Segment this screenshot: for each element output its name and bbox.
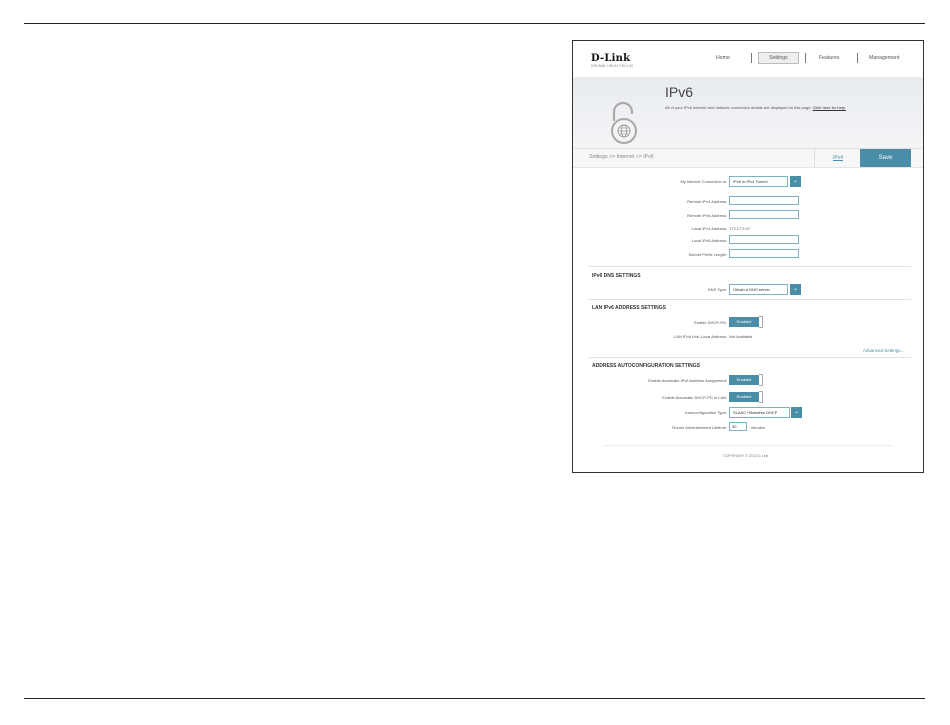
advanced-settings-link[interactable]: Advanced Settings... xyxy=(863,348,904,353)
autoconf-section-title: ADDRESS AUTOCONFIGURATION SETTINGS xyxy=(592,363,700,369)
ra-lifetime-input[interactable]: 30 xyxy=(729,422,747,431)
section-divider xyxy=(589,266,911,267)
page-rule-bottom xyxy=(24,698,925,699)
chevron-down-icon[interactable]: ⌄ xyxy=(791,407,802,418)
nav-settings[interactable]: Settings xyxy=(758,52,799,64)
remote-ipv4-label: Remote IPv4 Address: xyxy=(687,199,727,204)
toggle-state: Enabled xyxy=(729,375,759,385)
nav-separator xyxy=(805,53,806,63)
dhcp-pd-label: Enable DHCP-PD: xyxy=(694,320,727,325)
toggle-handle xyxy=(759,316,763,328)
nav-management[interactable]: Management xyxy=(869,55,899,61)
lan-section-title: LAN IPv6 ADDRESS SETTINGS xyxy=(592,305,666,311)
section-divider xyxy=(589,299,911,300)
nav-home[interactable]: Home xyxy=(716,55,730,61)
chevron-down-icon[interactable]: ⌄ xyxy=(790,176,801,187)
auto-assign-label: Enable Automatic IPv6 Address Assignment… xyxy=(648,378,727,383)
page-banner: IPv6 All of your IPv6 Internet and netwo… xyxy=(573,77,923,149)
auto-pd-label: Enable Automatic DHCP-PD in LAN: xyxy=(662,395,727,400)
dns-section-title: IPv6 DNS SETTINGS xyxy=(592,273,641,279)
connection-type-select[interactable]: IPv6 in IPv4 Tunnel ⌄ xyxy=(729,176,801,187)
breadcrumb-bar: Settings >> Internet >> IPv6 IPv4 Save xyxy=(573,149,923,168)
autoconf-type-label: Autoconfiguration Type: xyxy=(685,410,727,415)
nav-separator xyxy=(857,53,858,63)
padlock-globe-icon xyxy=(609,101,639,145)
nav-features[interactable]: Features xyxy=(819,55,839,61)
dhcp-pd-toggle[interactable]: Enabled xyxy=(729,316,764,328)
help-link[interactable]: Click here for help. xyxy=(813,105,846,110)
subnet-prefix-input[interactable] xyxy=(729,249,799,258)
page-rule-top xyxy=(24,23,925,24)
toggle-state: Enabled xyxy=(729,317,759,327)
auto-pd-toggle[interactable]: Enabled xyxy=(729,391,764,403)
auto-assign-toggle[interactable]: Enabled xyxy=(729,374,764,386)
subnet-prefix-label: Subnet Prefix Length: xyxy=(688,252,727,257)
dns-type-label: DNS Type: xyxy=(707,287,727,292)
page-description: All of your IPv6 Internet and network co… xyxy=(665,105,846,110)
save-button[interactable]: Save xyxy=(860,149,911,167)
ipv4-link[interactable]: IPv4 xyxy=(814,149,861,167)
device-info: DIR-868L HW:A1 FW:1.00 xyxy=(591,64,634,68)
dns-type-value: Obtain a DNS server xyxy=(733,287,770,292)
router-settings-screenshot: D-Link DIR-868L HW:A1 FW:1.00 Home Setti… xyxy=(572,40,924,473)
breadcrumb: Settings >> Internet >> IPv6 xyxy=(589,154,654,160)
top-navigation-bar: D-Link DIR-868L HW:A1 FW:1.00 Home Setti… xyxy=(573,41,923,76)
local-ipv6-input[interactable] xyxy=(729,235,799,244)
footer-divider xyxy=(603,445,893,446)
chevron-down-icon[interactable]: ⌄ xyxy=(790,284,801,295)
connection-type-label: My Internet Connection is: xyxy=(680,179,727,184)
local-ipv4-value: 172.17.5.47 xyxy=(729,226,751,231)
toggle-handle xyxy=(759,374,763,386)
autoconf-type-select[interactable]: SLAAC+Stateless DHCP ⌄ xyxy=(729,407,802,418)
remote-ipv6-input[interactable] xyxy=(729,210,799,219)
nav-separator xyxy=(751,53,752,63)
page-title: IPv6 xyxy=(665,84,694,100)
remote-ipv6-label: Remote IPv6 Address: xyxy=(687,213,727,218)
dns-type-select[interactable]: Obtain a DNS server ⌄ xyxy=(729,284,801,295)
link-local-value: Not Available xyxy=(729,334,753,339)
autoconf-type-value: SLAAC+Stateless DHCP xyxy=(733,410,778,415)
remote-ipv4-input[interactable] xyxy=(729,196,799,205)
link-local-label: LAN IPv6 Link-Local Address: xyxy=(674,334,727,339)
dlink-logo: D-Link xyxy=(591,53,631,64)
local-ipv4-label: Local IPv4 Address: xyxy=(691,226,727,231)
ra-lifetime-unit: minutes xyxy=(751,425,766,430)
toggle-handle xyxy=(759,391,763,403)
copyright: COPYRIGHT © 2013 D-Link xyxy=(723,454,769,458)
section-divider xyxy=(589,357,911,358)
ra-lifetime-label: Router Advertisement Lifetime: xyxy=(672,425,727,430)
description-text: All of your IPv6 Internet and network co… xyxy=(665,105,812,110)
toggle-state: Enabled xyxy=(729,392,759,402)
local-ipv6-label: Local IPv6 Address: xyxy=(691,238,727,243)
connection-type-value: IPv6 in IPv4 Tunnel xyxy=(733,179,768,184)
